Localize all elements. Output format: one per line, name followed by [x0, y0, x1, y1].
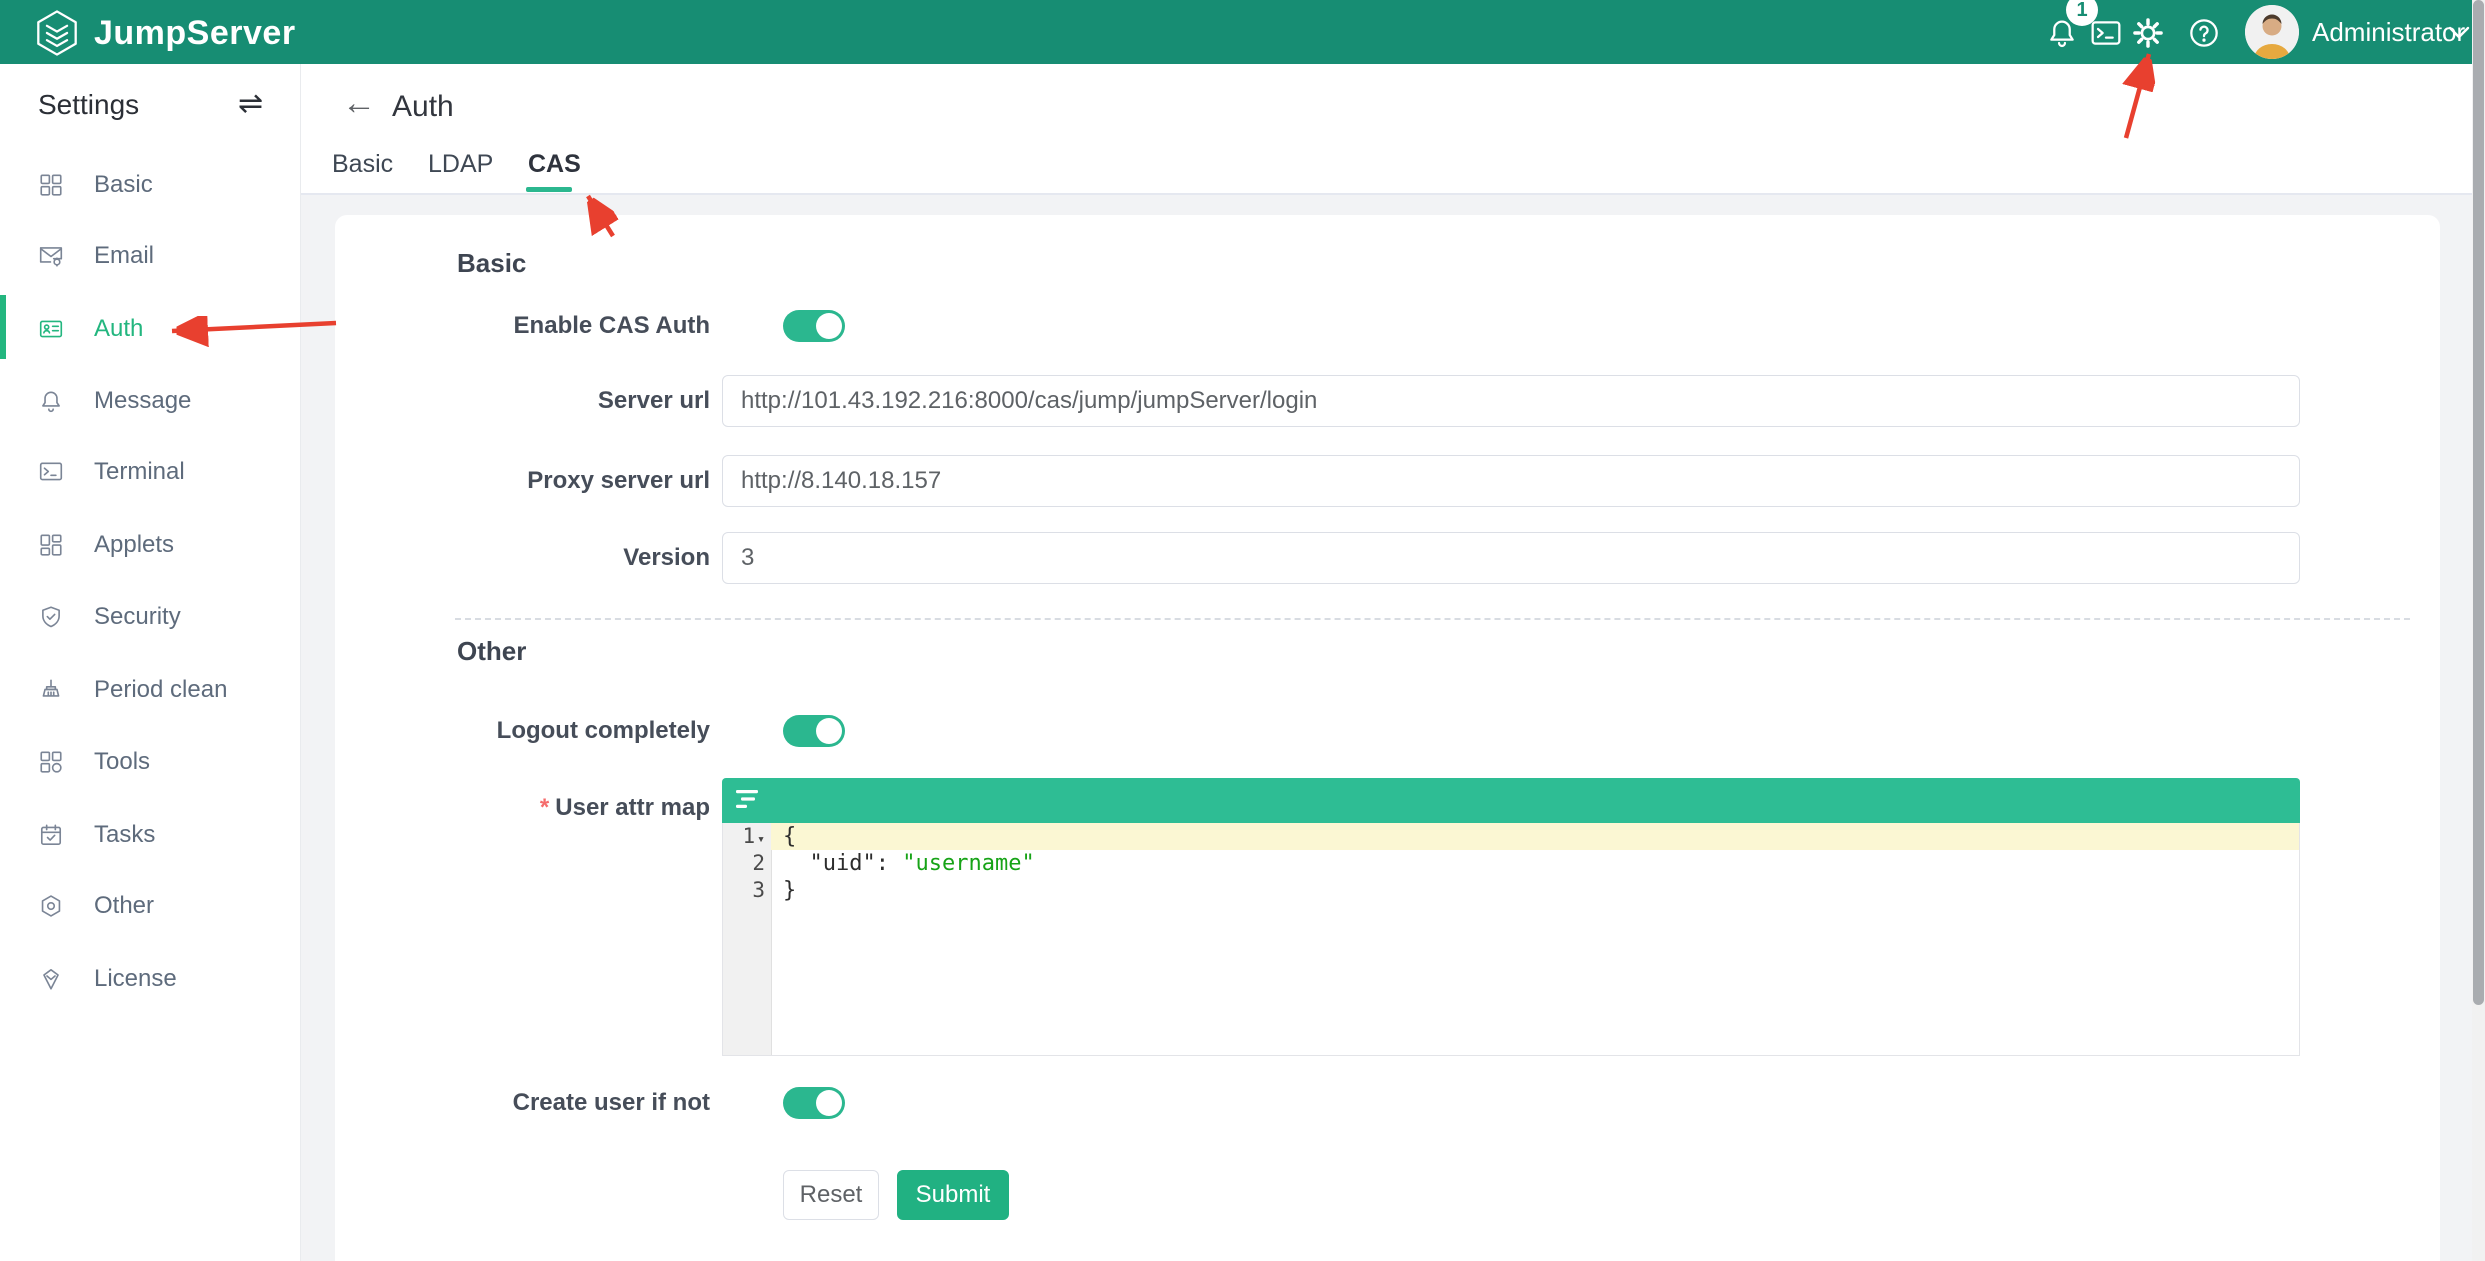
toggle-knob	[816, 313, 842, 339]
section-divider	[455, 618, 2410, 620]
sidebar-item-period-clean[interactable]: Period clean	[0, 668, 300, 712]
server-url-input[interactable]	[722, 375, 2300, 427]
json-string-value: "username"	[902, 851, 1034, 876]
jumpserver-logo[interactable]: JumpServer	[34, 8, 296, 58]
sidebar-item-label: Security	[94, 603, 181, 631]
current-user-name[interactable]: Administrator	[2312, 17, 2465, 48]
sidebar-item-label: Auth	[94, 315, 143, 343]
sidebar-item-label: Terminal	[94, 458, 185, 486]
sidebar-item-label: Other	[94, 892, 154, 920]
license-gem-icon	[38, 966, 64, 992]
code-line: "uid": "username"	[771, 850, 2299, 877]
reset-button[interactable]: Reset	[783, 1170, 879, 1220]
logout-completely-label: Logout completely	[497, 714, 710, 748]
scrollbar-thumb[interactable]	[2473, 0, 2484, 1005]
hexagon-dot-icon	[38, 893, 64, 919]
settings-sidebar: Settings ⇌ Basic Email Auth	[0, 64, 301, 1261]
enable-cas-auth-toggle[interactable]	[783, 310, 845, 342]
required-asterisk: *	[540, 794, 549, 821]
editor-toolbar	[722, 778, 2300, 823]
sidebar-item-label: Tools	[94, 748, 150, 776]
id-card-icon	[38, 316, 64, 342]
sidebar-item-tools[interactable]: Tools	[0, 740, 300, 784]
cas-settings-card: Basic Enable CAS Auth Server url Proxy s…	[335, 215, 2440, 1261]
code-line: }	[771, 877, 2299, 904]
sidebar-collapse-icon[interactable]: ⇌	[238, 86, 263, 121]
toggle-knob	[816, 718, 842, 744]
editor-gutter: 1▾ 2 3	[723, 823, 772, 1055]
bell-icon	[38, 388, 64, 414]
enable-cas-auth-label: Enable CAS Auth	[514, 309, 710, 343]
grid-icon	[38, 172, 64, 198]
line-number: 1▾	[725, 823, 765, 853]
sidebar-title: Settings	[38, 89, 139, 121]
active-tab-underline	[526, 187, 572, 192]
calendar-check-icon	[38, 822, 64, 848]
section-title-basic: Basic	[457, 248, 526, 279]
server-url-label: Server url	[598, 384, 710, 418]
top-bar: JumpServer 1	[0, 0, 2485, 64]
jumpserver-settings-page: JumpServer 1	[0, 0, 2485, 1261]
sidebar-item-label: Message	[94, 387, 191, 415]
email-icon	[38, 243, 64, 269]
sidebar-item-terminal[interactable]: Terminal	[0, 450, 300, 494]
shield-check-icon	[38, 604, 64, 630]
version-input[interactable]	[722, 532, 2300, 584]
format-code-icon[interactable]	[736, 789, 762, 811]
code-line: {	[771, 823, 2299, 850]
tab-cas[interactable]: CAS	[528, 150, 581, 179]
sidebar-item-label: Tasks	[94, 821, 155, 849]
sidebar-item-label: Basic	[94, 171, 153, 199]
page-header: ← Auth Basic LDAP CAS	[300, 64, 2473, 195]
tools-icon	[38, 749, 64, 775]
avatar[interactable]	[2245, 5, 2299, 59]
sidebar-item-label: Email	[94, 242, 154, 270]
logout-completely-toggle[interactable]	[783, 715, 845, 747]
web-terminal-icon[interactable]	[2090, 17, 2122, 49]
jumpserver-logo-icon	[34, 8, 80, 58]
version-label: Version	[623, 541, 710, 575]
sidebar-item-applets[interactable]: Applets	[0, 523, 300, 567]
fold-arrow-icon[interactable]: ▾	[757, 832, 765, 847]
user-attr-map-label: *User attr map	[540, 791, 710, 825]
sidebar-item-auth[interactable]: Auth	[0, 307, 300, 351]
settings-gear-icon[interactable]	[2132, 17, 2164, 49]
sidebar-item-email[interactable]: Email	[0, 234, 300, 278]
sidebar-item-security[interactable]: Security	[0, 595, 300, 639]
content-area: Basic Enable CAS Auth Server url Proxy s…	[300, 193, 2473, 1261]
section-title-other: Other	[457, 636, 526, 667]
help-icon[interactable]	[2188, 17, 2220, 49]
sidebar-item-label: License	[94, 965, 177, 993]
sidebar-item-label: Period clean	[94, 676, 227, 704]
applets-grid-icon	[38, 532, 64, 558]
logo-text: JumpServer	[94, 14, 296, 53]
create-user-if-not-label: Create user if not	[513, 1086, 710, 1120]
chevron-down-icon[interactable]	[2448, 26, 2470, 40]
tab-basic[interactable]: Basic	[332, 150, 393, 179]
sidebar-item-label: Applets	[94, 531, 174, 559]
sidebar-item-tasks[interactable]: Tasks	[0, 813, 300, 857]
back-arrow-icon[interactable]: ←	[342, 86, 376, 120]
line-number: 3	[725, 877, 765, 904]
submit-button[interactable]: Submit	[897, 1170, 1009, 1220]
terminal-icon	[38, 459, 64, 485]
line-number: 2	[725, 850, 765, 877]
editor-code-area[interactable]: 1▾ 2 3 { "uid": "username" }	[722, 823, 2300, 1056]
sidebar-item-other[interactable]: Other	[0, 884, 300, 928]
scrollbar-track[interactable]	[2472, 0, 2485, 1261]
create-user-if-not-toggle[interactable]	[783, 1087, 845, 1119]
proxy-server-url-label: Proxy server url	[527, 464, 710, 498]
page-title: Auth	[392, 90, 454, 124]
tab-ldap[interactable]: LDAP	[428, 150, 493, 179]
sidebar-item-license[interactable]: License	[0, 957, 300, 1001]
user-attr-map-editor[interactable]: 1▾ 2 3 { "uid": "username" }	[722, 778, 2300, 1056]
sidebar-item-message[interactable]: Message	[0, 379, 300, 423]
toggle-knob	[816, 1090, 842, 1116]
sidebar-item-basic[interactable]: Basic	[0, 163, 300, 207]
proxy-server-url-input[interactable]	[722, 455, 2300, 507]
broom-icon	[38, 677, 64, 703]
